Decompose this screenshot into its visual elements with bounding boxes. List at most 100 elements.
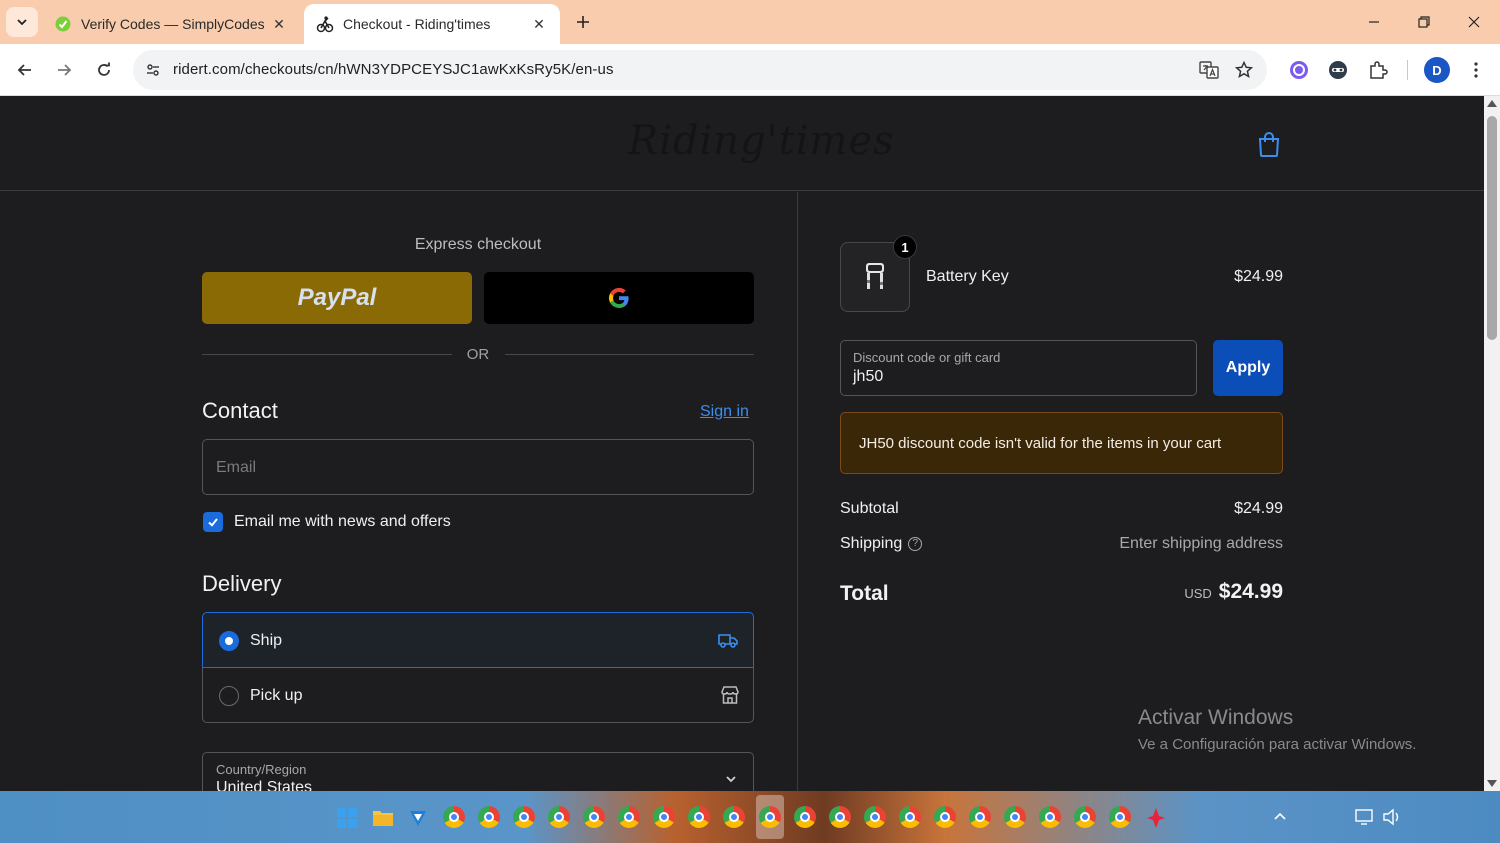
close-icon xyxy=(1468,16,1480,28)
watermark-subtitle: Ve a Configuración para activar Windows. xyxy=(1138,736,1417,753)
url-text[interactable]: ridert.com/checkouts/cn/hWN3YDPCEYSJC1aw… xyxy=(173,61,614,78)
chrome-taskbar-icon[interactable] xyxy=(443,806,465,828)
volume-icon[interactable] xyxy=(1382,808,1402,826)
chrome-taskbar-icon[interactable] xyxy=(723,806,745,828)
bookmark-star-icon[interactable] xyxy=(1232,58,1256,82)
site-info-icon[interactable] xyxy=(139,56,167,84)
delivery-heading: Delivery xyxy=(202,571,282,596)
windows-start-icon[interactable] xyxy=(337,808,357,828)
watermark-title: Activar Windows xyxy=(1138,706,1294,729)
close-tab-icon[interactable]: ✕ xyxy=(530,15,548,33)
chrome-taskbar-icon[interactable] xyxy=(794,806,816,828)
delivery-option-pickup[interactable]: Pick up xyxy=(203,668,755,723)
chrome-taskbar-icon[interactable] xyxy=(829,806,851,828)
profile-avatar[interactable]: D xyxy=(1424,57,1450,83)
extension-mask-icon[interactable] xyxy=(1324,56,1352,84)
help-icon[interactable]: ? xyxy=(908,536,923,551)
reload-button[interactable] xyxy=(88,54,120,86)
pdf-reader-icon[interactable] xyxy=(1146,807,1166,829)
extensions-puzzle-icon[interactable] xyxy=(1364,56,1392,84)
google-pay-button[interactable] xyxy=(484,272,754,324)
chrome-taskbar-icon[interactable] xyxy=(899,806,921,828)
marketing-checkbox-label[interactable]: Email me with news and offers xyxy=(234,513,451,531)
toolbar-divider xyxy=(1407,60,1408,80)
apply-discount-button[interactable]: Apply xyxy=(1213,340,1283,396)
arrow-left-icon xyxy=(17,64,31,76)
pickup-label: Pick up xyxy=(250,687,303,704)
back-button[interactable] xyxy=(9,54,41,86)
chrome-taskbar-icon[interactable] xyxy=(653,806,675,828)
network-icon[interactable] xyxy=(1354,808,1374,826)
browser-toolbar: ridert.com/checkouts/cn/hWN3YDPCEYSJC1aw… xyxy=(0,44,1500,96)
vpn-app-icon[interactable] xyxy=(408,808,428,828)
chrome-taskbar-icon[interactable] xyxy=(934,806,956,828)
new-tab-button[interactable] xyxy=(570,8,596,36)
site-header: Riding'times xyxy=(0,96,1484,191)
shopping-bag-icon[interactable] xyxy=(1256,130,1282,158)
product-price: $24.99 xyxy=(1234,268,1283,285)
marketing-checkbox[interactable] xyxy=(203,512,223,532)
translate-icon[interactable] xyxy=(1197,58,1221,82)
total-value: $24.99 xyxy=(1218,580,1283,603)
scroll-down-arrow-icon[interactable] xyxy=(1487,780,1497,787)
chrome-taskbar-icon[interactable] xyxy=(864,806,886,828)
ship-label: Ship xyxy=(250,632,283,649)
total-label: Total xyxy=(840,582,889,605)
pickup-radio[interactable] xyxy=(219,686,239,706)
delivery-option-ship[interactable]: Ship xyxy=(202,612,754,668)
plus-icon xyxy=(577,16,589,28)
subtotal-value: $24.99 xyxy=(1234,500,1283,517)
or-divider-text: OR xyxy=(466,346,490,363)
sign-in-link[interactable]: Sign in xyxy=(700,403,749,421)
file-explorer-icon[interactable] xyxy=(372,808,394,828)
total-amount: USD $24.99 xyxy=(1184,580,1283,604)
quantity-badge: 1 xyxy=(893,235,917,259)
page-scrollbar[interactable] xyxy=(1484,96,1500,791)
chrome-taskbar-icon[interactable] xyxy=(1004,806,1026,828)
close-tab-icon[interactable]: ✕ xyxy=(270,15,288,33)
scrollbar-thumb[interactable] xyxy=(1487,116,1497,340)
ship-radio[interactable] xyxy=(219,631,239,651)
more-menu-icon[interactable] xyxy=(1462,56,1490,84)
tab-title: Verify Codes — SimplyCodes xyxy=(81,16,265,32)
minimize-button[interactable] xyxy=(1351,6,1397,38)
chrome-taskbar-icon[interactable] xyxy=(583,806,605,828)
chrome-taskbar-icon[interactable] xyxy=(513,806,535,828)
chrome-taskbar-icon[interactable] xyxy=(618,806,640,828)
tab-simplycodes[interactable]: Verify Codes — SimplyCodes ✕ xyxy=(42,4,300,44)
chrome-taskbar-icon[interactable] xyxy=(1109,806,1131,828)
chevron-up-icon[interactable] xyxy=(1273,811,1287,821)
email-field[interactable]: Email xyxy=(202,439,754,495)
close-window-button[interactable] xyxy=(1451,6,1497,38)
scroll-up-arrow-icon[interactable] xyxy=(1487,100,1497,107)
tab-checkout[interactable]: Checkout - Riding'times ✕ xyxy=(304,4,560,44)
shipping-label: Shipping xyxy=(840,535,903,552)
reload-icon xyxy=(98,62,110,76)
discount-error-message: JH50 discount code isn't valid for the i… xyxy=(859,435,1222,452)
chrome-taskbar-icon[interactable] xyxy=(759,806,781,828)
contact-heading: Contact xyxy=(202,398,278,423)
delivery-options: Ship Pick up xyxy=(202,612,754,723)
forward-button[interactable] xyxy=(48,54,80,86)
checkout-page: Riding'times Express checkout PayPal OR … xyxy=(0,96,1484,791)
truck-icon xyxy=(718,634,738,648)
paypal-button[interactable]: PayPal xyxy=(202,272,472,324)
google-g-icon xyxy=(608,287,629,309)
country-select[interactable]: Country/Region United States xyxy=(202,752,754,791)
country-value: United States xyxy=(216,779,313,791)
chrome-taskbar-icon[interactable] xyxy=(548,806,570,828)
address-bar[interactable]: ridert.com/checkouts/cn/hWN3YDPCEYSJC1aw… xyxy=(133,50,1267,90)
extension-circle-icon[interactable] xyxy=(1285,56,1313,84)
chrome-taskbar-icon[interactable] xyxy=(969,806,991,828)
chrome-taskbar-icon[interactable] xyxy=(478,806,500,828)
store-logo[interactable]: Riding'times xyxy=(628,118,895,164)
tab-search-button[interactable] xyxy=(6,7,38,37)
discount-code-field[interactable]: Discount code or gift card jh50 xyxy=(840,340,1197,396)
product-name: Battery Key xyxy=(926,268,1009,285)
minimize-icon xyxy=(1369,21,1379,23)
restore-button[interactable] xyxy=(1401,6,1447,38)
chrome-taskbar-icon[interactable] xyxy=(1039,806,1061,828)
checkmark-icon xyxy=(208,518,218,527)
chrome-taskbar-icon[interactable] xyxy=(688,806,710,828)
chrome-taskbar-icon[interactable] xyxy=(1074,806,1096,828)
